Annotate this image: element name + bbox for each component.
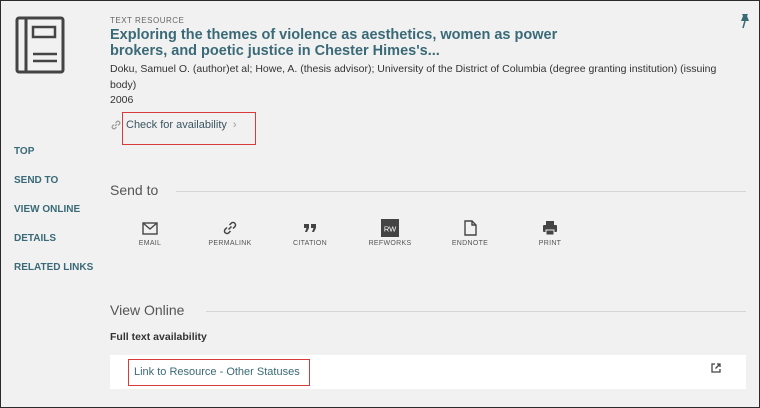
resource-type-label: TEXT RESOURCE	[110, 16, 185, 25]
full-text-availability-label: Full text availability	[110, 331, 207, 343]
refworks-label: REFWORKS	[368, 240, 412, 247]
permalink-icon	[223, 221, 237, 235]
side-nav-top[interactable]: TOP	[14, 146, 93, 160]
email-label: EMAIL	[138, 240, 162, 247]
endnote-icon	[463, 220, 477, 236]
permalink-label: PERMALINK	[208, 240, 252, 247]
record-header: TEXT RESOURCE Exploring the themes of vi…	[110, 16, 730, 107]
print-icon	[543, 221, 557, 236]
availability-link[interactable]: Check for availability ›	[110, 119, 237, 131]
citation-button[interactable]: CITATION	[270, 218, 350, 247]
side-nav-related-links[interactable]: RELATED LINKS	[14, 262, 93, 276]
view-online-divider	[206, 311, 746, 312]
view-online-heading: View Online	[110, 302, 185, 318]
send-to-heading: Send to	[110, 182, 159, 198]
refworks-badge-text: RW	[384, 225, 397, 234]
side-nav-details[interactable]: DETAILS	[14, 233, 93, 247]
resource-link[interactable]: Link to Resource - Other Statuses	[134, 366, 300, 378]
pin-icon[interactable]	[738, 13, 752, 29]
permalink-button[interactable]: PERMALINK	[190, 218, 270, 247]
refworks-icon: RW	[381, 219, 399, 237]
citation-label: CITATION	[292, 240, 328, 247]
availability-label: Check for availability	[126, 119, 227, 131]
send-to-divider	[176, 191, 746, 192]
email-icon	[142, 221, 158, 235]
endnote-button[interactable]: ENDNOTE	[430, 218, 510, 247]
side-nav-view-online[interactable]: VIEW ONLINE	[14, 204, 93, 218]
side-navigation: TOP SEND TO VIEW ONLINE DETAILS RELATED …	[14, 146, 93, 291]
record-year: 2006	[110, 94, 134, 106]
side-nav-send-to[interactable]: SEND TO	[14, 175, 93, 189]
link-icon	[111, 120, 121, 130]
endnote-label: ENDNOTE	[451, 240, 489, 247]
print-label: PRINT	[538, 240, 562, 247]
refworks-button[interactable]: RW REFWORKS	[350, 218, 430, 247]
send-to-actions: EMAIL PERMALINK CITATION RW REFWORKS END…	[110, 218, 590, 247]
citation-icon	[304, 224, 316, 232]
book-icon	[15, 16, 65, 74]
record-title[interactable]: Exploring the themes of violence as aest…	[110, 27, 610, 59]
chevron-right-icon: ›	[232, 119, 237, 131]
email-button[interactable]: EMAIL	[110, 218, 190, 247]
external-link-icon[interactable]	[710, 362, 722, 374]
print-button[interactable]: PRINT	[510, 218, 590, 247]
record-authors: Doku, Samuel O. (author)et al; Howe, A. …	[110, 63, 717, 91]
